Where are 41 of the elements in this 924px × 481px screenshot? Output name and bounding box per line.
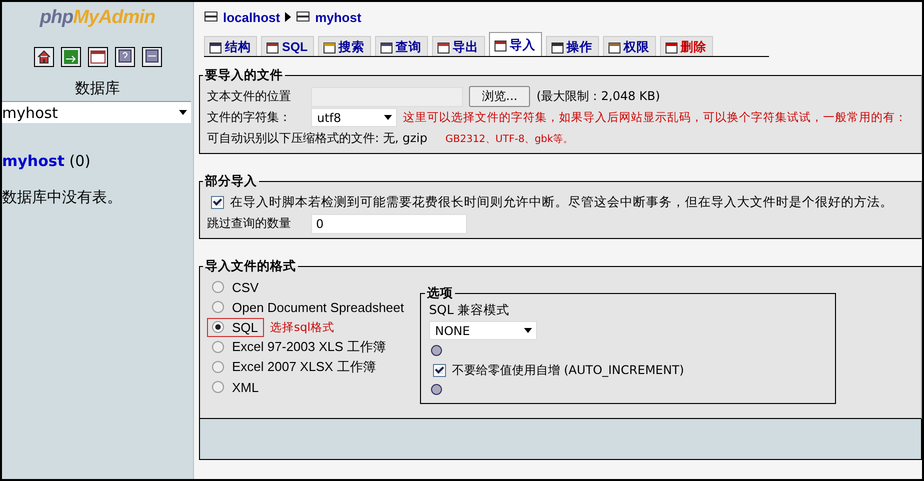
annotation-text: 选择sql格式 <box>270 320 335 334</box>
tab[interactable]: 删除 <box>660 36 713 56</box>
panel-legend: 部分导入 <box>203 173 259 190</box>
field-label: 跳过查询的数量 <box>207 215 292 232</box>
browse-button[interactable]: 浏览... <box>469 86 530 107</box>
skip-count-field[interactable]: 0 <box>311 214 467 234</box>
tab[interactable]: 权限 <box>602 36 656 56</box>
panel-legend: 导入文件的格式 <box>203 258 298 275</box>
table-count: (0) <box>69 152 91 170</box>
size-limit: (最大限制：2,048 KB) <box>536 88 660 105</box>
tab[interactable]: 操作 <box>546 36 599 56</box>
compatibility-select[interactable]: NONE <box>429 321 537 340</box>
tab[interactable]: 导入 <box>488 32 542 56</box>
panel-legend: 选项 <box>425 285 455 302</box>
breadcrumb-link[interactable]: myhost <box>315 10 362 24</box>
empty-note: 数据库中没有表。 <box>2 188 123 207</box>
radio-option[interactable]: Open Document Spreadsheet <box>207 298 410 316</box>
radio-option[interactable]: CSV <box>207 278 265 296</box>
checkbox-label: 在导入时脚本若检测到可能需要花费很长时间则允许中断。尽管这会中断事务，但在导入大文件时是个很好的方法。 <box>230 194 893 211</box>
radio-option[interactable]: SQL <box>207 318 264 336</box>
tab[interactable]: 查询 <box>374 36 428 56</box>
database-select[interactable]: myhost <box>2 101 191 123</box>
field-label: SQL 兼容模式 <box>429 302 511 319</box>
checkbox-label: 不要给零值使用自增 (AUTO_INCREMENT) <box>452 362 684 379</box>
field-label: 文本文件的位置 <box>207 88 292 105</box>
panel-legend: 要导入的文件 <box>203 67 285 84</box>
database-label: 数据库 <box>75 79 120 98</box>
radio-option[interactable]: Excel 97-2003 XLS 工作簿 <box>207 336 392 358</box>
field-label: 文件的字符集： <box>207 109 292 126</box>
radio-option[interactable]: XML <box>207 378 265 396</box>
tab[interactable]: SQL <box>261 36 314 56</box>
database-link[interactable]: myhost <box>2 152 64 170</box>
charset-select[interactable]: utf8 <box>311 108 397 127</box>
breadcrumb-link[interactable]: localhost <box>223 10 280 24</box>
tab[interactable]: 搜索 <box>318 36 371 56</box>
radio-option[interactable]: Excel 2007 XLSX 工作簿 <box>207 356 382 378</box>
compression-note: 可自动识别以下压缩格式的文件: 无, gzip <box>207 130 428 147</box>
annotation-text: 这里可以选择文件的字符集，如果导入后网站显示乱码，可以换个字符集试试，一般常用的有： <box>403 110 907 125</box>
tab[interactable]: 结构 <box>204 36 257 56</box>
tab[interactable]: 导出 <box>432 36 485 56</box>
annotation-text: GB2312、UTF-8、gbk等。 <box>445 132 574 146</box>
